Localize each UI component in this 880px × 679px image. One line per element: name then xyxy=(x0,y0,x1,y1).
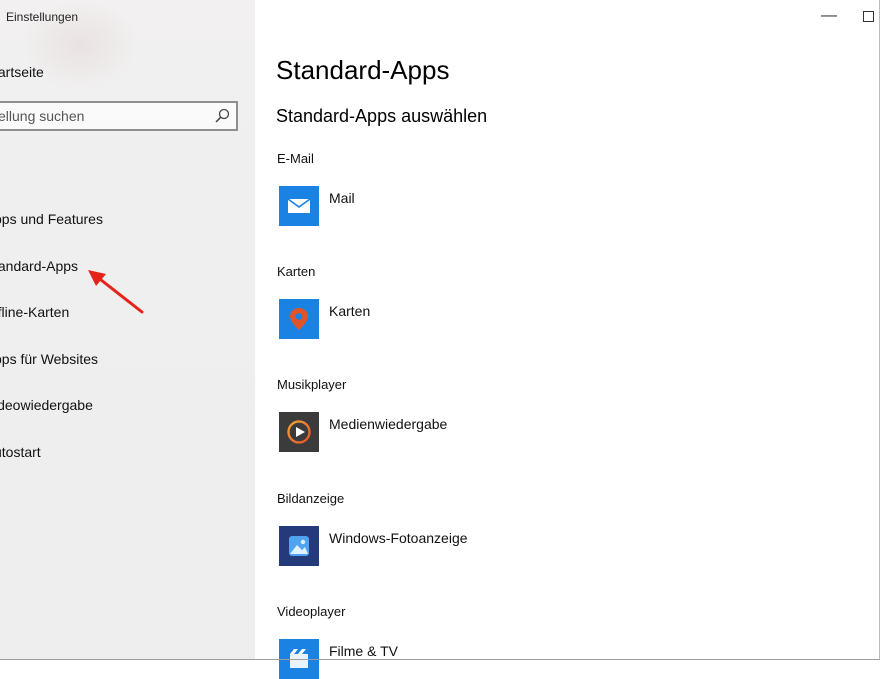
sidebar-item-autostart[interactable]: utostart xyxy=(0,444,41,460)
section-title: Standard-Apps auswählen xyxy=(276,106,488,126)
photo-icon xyxy=(289,536,309,556)
sidebar-item-video-playback[interactable]: ideowiedergabe xyxy=(0,397,93,413)
default-app-photos[interactable]: Windows-Fotoanzeige xyxy=(279,526,579,566)
category-label-maps: Karten xyxy=(277,264,316,279)
main-content: — Standard-Apps Standard-Apps auswählen … xyxy=(255,0,880,679)
red-arrow-icon xyxy=(88,270,144,314)
maximize-button[interactable] xyxy=(863,8,874,26)
photo-viewer-tile xyxy=(279,526,319,566)
category-label-email: E-Mail xyxy=(277,151,314,166)
sidebar-item-apps-features[interactable]: pps und Features xyxy=(0,211,103,227)
media-player-tile xyxy=(279,412,319,452)
sidebar-item-offline-maps[interactable]: ffline-Karten xyxy=(0,304,69,320)
app-name-maps: Karten xyxy=(329,303,371,319)
app-name-photo-viewer: Windows-Fotoanzeige xyxy=(329,530,468,546)
category-label-music: Musikplayer xyxy=(277,377,347,392)
default-app-music[interactable]: Medienwiedergabe xyxy=(279,412,579,452)
default-app-maps[interactable]: Karten xyxy=(279,299,579,339)
app-name-mail: Mail xyxy=(329,190,355,206)
search-box[interactable] xyxy=(0,101,238,131)
minimize-button[interactable]: — xyxy=(821,8,837,24)
window-title: Einstellungen xyxy=(6,10,79,24)
sidebar-item-default-apps[interactable]: tandard-Apps xyxy=(0,258,78,274)
default-app-email[interactable]: Mail xyxy=(279,186,579,226)
category-label-video: Videoplayer xyxy=(277,604,346,619)
media-player-icon xyxy=(287,420,311,444)
sidebar: Einstellungen tartseite pps und Features… xyxy=(0,0,255,660)
map-pin-icon xyxy=(290,308,308,330)
page-title: Standard-Apps xyxy=(276,55,450,85)
maps-tile xyxy=(279,299,319,339)
search-icon[interactable] xyxy=(214,108,230,124)
mail-tile xyxy=(279,186,319,226)
search-input[interactable] xyxy=(0,103,202,129)
app-name-media-player: Medienwiedergabe xyxy=(329,416,448,432)
sidebar-item-apps-websites[interactable]: pps für Websites xyxy=(0,351,98,367)
home-link[interactable]: tartseite xyxy=(0,64,44,80)
mail-icon xyxy=(287,198,311,213)
category-label-photos: Bildanzeige xyxy=(277,491,345,506)
maximize-icon xyxy=(863,11,874,22)
app-name-film-tv: Filme & TV xyxy=(329,643,398,659)
